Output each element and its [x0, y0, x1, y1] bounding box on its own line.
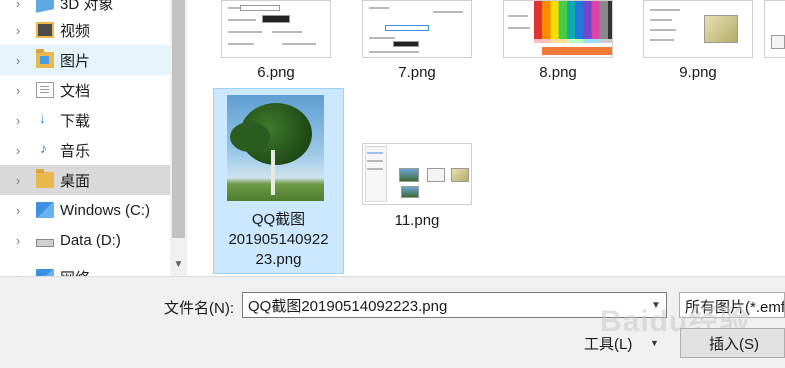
file-thumbnail-11[interactable] — [362, 143, 472, 205]
nav-item-network[interactable]: › 网络 — [0, 262, 170, 276]
chevron-down-icon[interactable]: ▼ — [647, 296, 665, 314]
tree-image-branch — [230, 122, 270, 152]
file-name-line: 201905140922 — [228, 231, 329, 248]
file-name[interactable]: 6.png — [221, 64, 331, 81]
nav-item-label: 视频 — [60, 22, 91, 40]
nav-item-label: 文档 — [60, 82, 91, 100]
tools-menu[interactable]: 工具(L) — [584, 333, 632, 354]
nav-item-label: 桌面 — [60, 172, 91, 190]
nav-item-music[interactable]: › 音乐 — [0, 135, 170, 165]
file-thumbnail-9[interactable] — [643, 0, 753, 58]
chevron-right-icon[interactable]: › — [12, 143, 24, 158]
chevron-right-icon[interactable]: › — [12, 173, 24, 188]
file-type-select[interactable]: 所有图片(*.emf — [679, 292, 785, 318]
chevron-right-icon[interactable]: › — [12, 0, 24, 11]
nav-item-desktop[interactable]: › 桌面 — [0, 165, 170, 195]
filename-input[interactable] — [242, 292, 667, 318]
nav-item-label: 图片 — [60, 52, 91, 70]
videos-folder-icon — [36, 22, 54, 38]
nav-item-downloads[interactable]: › 下载 — [0, 105, 170, 135]
chevron-right-icon[interactable]: › — [12, 203, 24, 218]
file-thumbnail-6[interactable] — [221, 0, 331, 58]
desktop-folder-icon — [36, 169, 54, 188]
network-icon — [36, 269, 54, 276]
file-name[interactable]: 7.png — [362, 64, 472, 81]
3d-objects-icon — [36, 0, 54, 13]
insert-button[interactable]: 插入(S) — [680, 328, 785, 358]
nav-item-label: 3D 对象 — [60, 0, 114, 13]
nav-item-data-drive[interactable]: › Data (D:) — [0, 225, 170, 255]
file-name[interactable]: 11.png — [362, 212, 472, 229]
dropdown-arrow-icon[interactable]: ▼ — [650, 338, 659, 348]
music-folder-icon — [36, 140, 54, 158]
dialog-footer — [0, 276, 785, 368]
nav-item-windows-drive[interactable]: › Windows (C:) — [0, 195, 170, 225]
navigation-pane: › 3D 对象 › 视频 › 图片 › 文档 › 下载 › 音乐 — [0, 0, 170, 276]
scroll-down-arrow-icon[interactable]: ▼ — [170, 254, 187, 274]
file-thumbnail-7[interactable] — [362, 0, 472, 58]
nav-item-label: Windows (C:) — [60, 201, 151, 219]
file-name-line: 23.png — [255, 251, 302, 268]
file-thumbnail-8[interactable] — [503, 0, 613, 58]
file-name-selected[interactable]: QQ截图 201905140922 23.png — [213, 210, 344, 270]
tree-image-trunk — [271, 150, 275, 195]
nav-scrollbar-thumb[interactable] — [172, 0, 185, 238]
documents-folder-icon — [36, 82, 54, 98]
chevron-right-icon[interactable]: › — [12, 233, 24, 248]
pictures-folder-icon — [36, 49, 54, 68]
nav-item-videos[interactable]: › 视频 — [0, 15, 170, 45]
file-name[interactable]: 8.png — [503, 64, 613, 81]
filename-label: 文件名(N): — [164, 300, 234, 317]
chevron-right-icon[interactable]: › — [12, 23, 24, 38]
file-name[interactable]: 9.png — [643, 64, 753, 81]
file-thumbnail-partial[interactable] — [764, 0, 785, 58]
data-drive-icon — [36, 239, 54, 247]
chevron-right-icon[interactable]: › — [12, 113, 24, 128]
nav-item-label: 下载 — [60, 112, 91, 130]
nav-item-pictures[interactable]: › 图片 — [0, 45, 170, 75]
nav-item-label: 音乐 — [60, 142, 91, 160]
nav-item-label: Data (D:) — [60, 231, 121, 249]
insert-picture-dialog: › 3D 对象 › 视频 › 图片 › 文档 › 下载 › 音乐 — [0, 0, 785, 368]
nav-item-label: 网络 — [60, 267, 90, 277]
chevron-right-icon[interactable]: › — [12, 53, 24, 68]
downloads-folder-icon — [36, 110, 54, 128]
nav-item-documents[interactable]: › 文档 — [0, 75, 170, 105]
file-name-line: QQ截图 — [251, 211, 306, 228]
windows-drive-icon — [36, 202, 54, 218]
chevron-right-icon[interactable]: › — [12, 83, 24, 98]
